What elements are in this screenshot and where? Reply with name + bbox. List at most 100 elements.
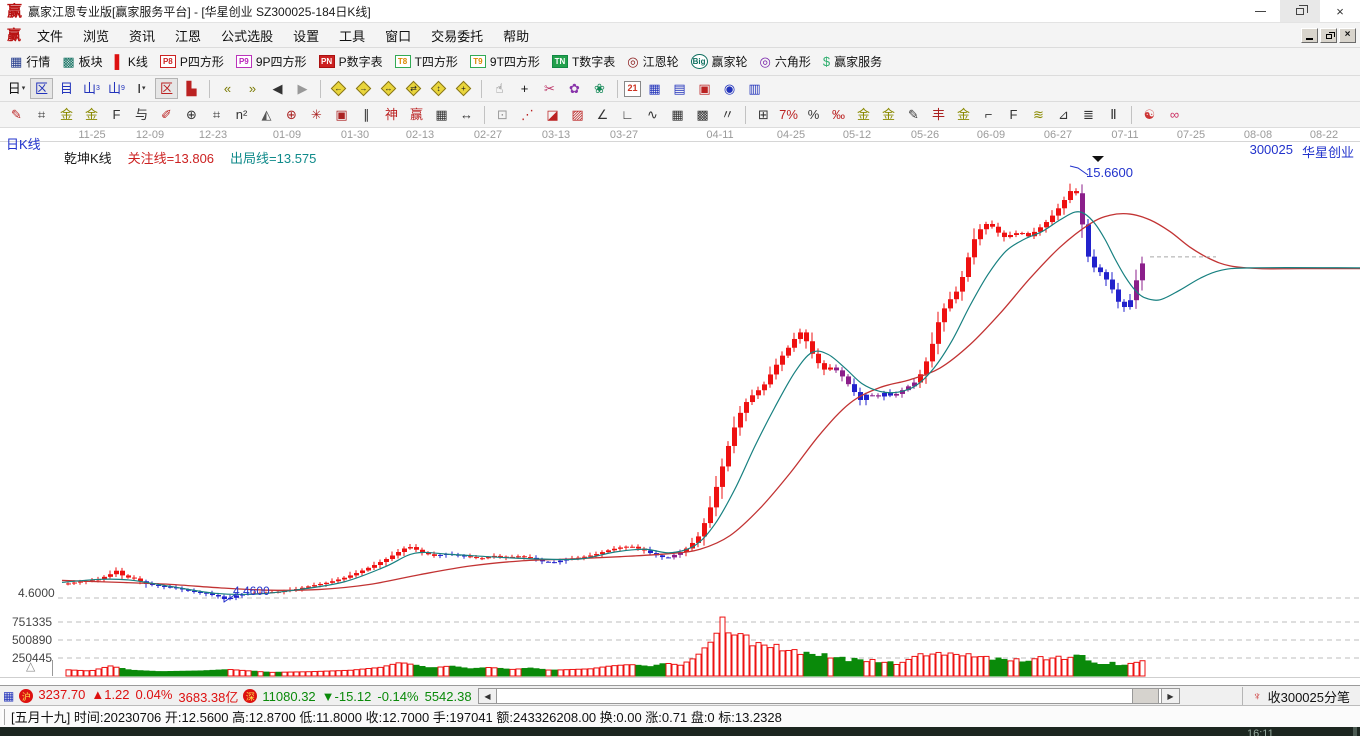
percent-button[interactable]: % (802, 104, 825, 125)
mdi-restore-button[interactable] (1320, 27, 1337, 43)
go-first-button[interactable]: « (216, 78, 239, 99)
zoom-v-button[interactable]: ↕ (427, 78, 450, 99)
close-button[interactable]: × (1320, 0, 1360, 22)
toolbar-p-square[interactable]: P8 P四方形 (159, 53, 224, 70)
price-scale-button[interactable]: ⌗ (205, 104, 228, 125)
percent-retrace-button[interactable]: 7% (777, 104, 800, 125)
menu-item-2[interactable]: 资讯 (119, 26, 165, 45)
ink-brush-button[interactable]: ✎ (902, 104, 925, 125)
gann-scale-button[interactable]: ⌗ (30, 104, 53, 125)
gann-fan-2-button[interactable]: ≣ (1077, 104, 1100, 125)
boxed-grid-button[interactable]: ▣ (330, 104, 353, 125)
fan-box-button[interactable]: ◪ (541, 104, 564, 125)
spiral-button[interactable]: 与 (130, 104, 153, 125)
percent-line-button[interactable]: ‰ (827, 104, 850, 125)
wave-9-button[interactable]: 山9 (105, 78, 128, 99)
infinity-button[interactable]: ∞ (1163, 104, 1186, 125)
toolbar-t-table[interactable]: TN T数字表 (551, 53, 615, 70)
toolbar-9t-square[interactable]: T9 9T四方形 (469, 53, 540, 70)
kline-type-button[interactable]: 日 ▾ (5, 78, 28, 99)
menu-item-6[interactable]: 工具 (329, 26, 375, 45)
ying-tool-button[interactable]: 赢 (405, 104, 428, 125)
grid-box-2-button[interactable]: ▩ (691, 104, 714, 125)
j-angle-button[interactable]: ⌐ (977, 104, 1000, 125)
zigzag-button[interactable]: ∿ (641, 104, 664, 125)
shen-tool-button[interactable]: 神 (380, 104, 403, 125)
cut-tool-button[interactable]: ✂ (538, 78, 561, 99)
speed-line-button[interactable]: ⊿ (1052, 104, 1075, 125)
taskbar-show-desktop[interactable] (1353, 727, 1357, 736)
fan-lines-button[interactable]: ⋰ (516, 104, 539, 125)
qiankun-pattern-button[interactable]: 区 (30, 78, 53, 99)
trend-channel-button[interactable]: ∟ (616, 104, 639, 125)
ray-lines-button[interactable]: 〃 (716, 104, 739, 125)
star-burst-button[interactable]: ✳ (305, 104, 328, 125)
calculator-button[interactable]: ▦ (643, 78, 666, 99)
pan-right-button[interactable]: → (352, 78, 375, 99)
toolbar-9p-square[interactable]: P9 9P四方形 (235, 53, 307, 70)
single-kline-button[interactable]: I ▾ (130, 78, 153, 99)
gold-section-2-button[interactable]: 金 (80, 104, 103, 125)
hatch-box-button[interactable]: ▨ (566, 104, 589, 125)
notepad-button[interactable]: ▤ (668, 78, 691, 99)
angle-line-button[interactable]: ∠ (591, 104, 614, 125)
crosshair-tool-button[interactable]: + (513, 78, 536, 99)
gann-target-button[interactable]: ⊕ (280, 104, 303, 125)
fibonacci-button[interactable]: F (105, 104, 128, 125)
chart-scrollbar[interactable]: ◀ ▶ (478, 688, 1180, 704)
go-last-button[interactable]: » (241, 78, 264, 99)
double-line-button[interactable]: ∥ (355, 104, 378, 125)
select-box-button[interactable]: ⊡ (491, 104, 514, 125)
quote-list-icon[interactable]: ▦ (3, 689, 14, 703)
taiji-button[interactable]: ☯ (1138, 104, 1161, 125)
pan-left-button[interactable]: ← (327, 78, 350, 99)
menu-item-4[interactable]: 公式选股 (211, 26, 283, 45)
toolbar-quotes[interactable]: ▦ 行情 (10, 53, 50, 70)
scrollbar-thumb[interactable] (1132, 689, 1159, 703)
go-next-button[interactable]: ▶ (291, 78, 314, 99)
brush-red-button[interactable]: ✐ (155, 104, 178, 125)
menu-item-0[interactable]: 文件 (27, 26, 73, 45)
scrollbar-left-arrow[interactable]: ◀ (479, 689, 497, 703)
toolbar-t-square[interactable]: T8 T四方形 (394, 53, 458, 70)
brush-button[interactable]: ✎ (5, 104, 28, 125)
n-square-button[interactable]: n² (230, 104, 253, 125)
menu-item-1[interactable]: 浏览 (73, 26, 119, 45)
mdi-close-button[interactable]: × (1339, 27, 1356, 43)
quad-tool-button[interactable]: Ⅱ (1102, 104, 1125, 125)
mdi-minimize-button[interactable] (1301, 27, 1318, 43)
hand-tool-button[interactable]: ☝ (488, 78, 511, 99)
toolbar-winner-service[interactable]: $ 赢家服务 (823, 53, 882, 70)
gold-angle-button[interactable]: 金 (952, 104, 975, 125)
gann-flower-button[interactable]: ✿ (563, 78, 586, 99)
toolbar-winner-wheel[interactable]: Big 赢家轮 (690, 53, 748, 70)
pitchfork-button[interactable]: 丰 (927, 104, 950, 125)
menu-item-3[interactable]: 江恩 (165, 26, 211, 45)
grid-box-1-button[interactable]: ▦ (666, 104, 689, 125)
menu-item-9[interactable]: 帮助 (493, 26, 539, 45)
calendar-button[interactable]: 21 (624, 80, 641, 97)
wave-3-button[interactable]: 山3 (80, 78, 103, 99)
price-ladder-button[interactable]: ⊞ (752, 104, 775, 125)
zoom-all-button[interactable]: + (452, 78, 475, 99)
menu-item-8[interactable]: 交易委托 (421, 26, 493, 45)
mirror-angle-button[interactable]: ◭ (255, 104, 278, 125)
gold-circle-button[interactable]: 金 (852, 104, 875, 125)
scrollbar-right-arrow[interactable]: ▶ (1161, 689, 1179, 703)
qiankun-red-button[interactable]: 区 (155, 78, 178, 99)
toolbar-gann-wheel[interactable]: ◎ 江恩轮 (627, 53, 678, 70)
toolbar-kline[interactable]: ▌ K线 (115, 53, 148, 70)
gold-section-1-button[interactable]: 金 (55, 104, 78, 125)
color-chart-button[interactable]: ▙ (180, 78, 203, 99)
restore-button[interactable] (1280, 0, 1320, 22)
menu-item-7[interactable]: 窗口 (375, 26, 421, 45)
toolbar-sectors[interactable]: ▩ 板块 (62, 53, 102, 70)
gold-bar-button[interactable]: 金 (877, 104, 900, 125)
f-angle-button[interactable]: F (1002, 104, 1025, 125)
scroll-left-triangle[interactable]: △ (26, 659, 35, 673)
menu-item-5[interactable]: 设置 (283, 26, 329, 45)
info-list-button[interactable]: 目 (55, 78, 78, 99)
time-cycle-button[interactable]: ❀ (588, 78, 611, 99)
print-button[interactable]: ▥ (743, 78, 766, 99)
width-measure-button[interactable]: ↔ (455, 104, 478, 125)
